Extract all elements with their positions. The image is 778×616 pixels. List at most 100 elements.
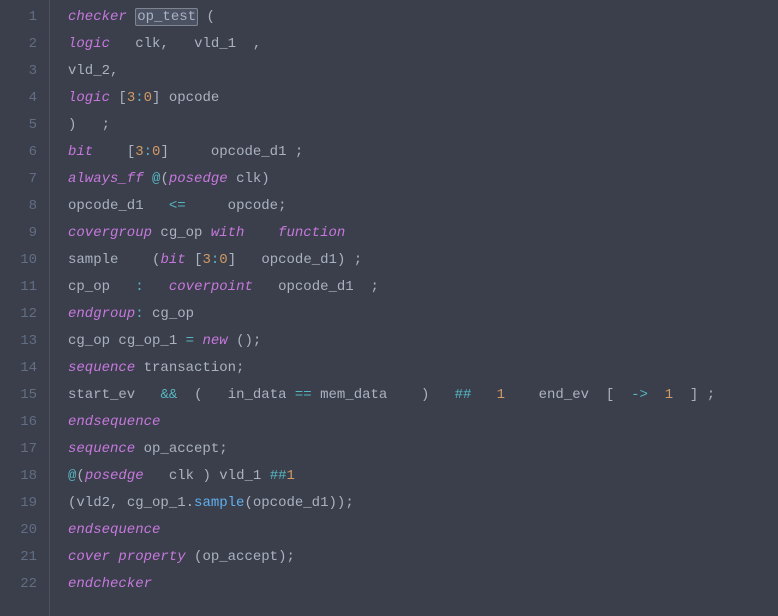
token-kw: endsequence [68,414,160,430]
token-kw: new [202,333,227,349]
token-op: = [186,333,194,349]
token-kw: covergroup [68,225,152,241]
token-id: vld2 [76,495,110,511]
line-number: 22 [0,571,37,598]
code-line[interactable]: covergroup cg_op with function [68,220,778,247]
token-id: opcode_d1 [68,198,144,214]
code-line[interactable]: cp_op : coverpoint opcode_d1 ; [68,274,778,301]
token-op: == [295,387,312,403]
token-id: opcode_d1 [253,495,329,511]
token-id: transaction [144,360,236,376]
line-number: 3 [0,58,37,85]
line-number: 9 [0,220,37,247]
token-num: 1 [497,387,505,403]
code-line[interactable]: endchecker [68,571,778,598]
token-id: opcode_d1 [261,252,337,268]
token-kw: endgroup [68,306,135,322]
code-line[interactable]: cover property (op_accept); [68,544,778,571]
line-number: 5 [0,112,37,139]
token-punc: , [110,63,118,79]
token-id: cg_op [152,306,194,322]
code-line[interactable]: (vld2, cg_op_1.sample(opcode_d1)); [68,490,778,517]
token-punc: ; [236,360,244,376]
token-id: clk [236,171,261,187]
code-line[interactable]: bit [3:0] opcode_d1 ; [68,139,778,166]
token-punc: ( [206,9,214,25]
line-number: 1 [0,4,37,31]
token-op: : [135,90,143,106]
token-num: 3 [202,252,210,268]
code-line[interactable]: always_ff @(posedge clk) [68,166,778,193]
token-punc: ; [286,549,294,565]
line-number-gutter: 12345678910111213141516171819202122 [0,0,50,616]
token-punc: ; [371,279,379,295]
token-punc: ) [329,495,337,511]
line-number: 8 [0,193,37,220]
token-kw: with [211,225,245,241]
line-number: 2 [0,31,37,58]
code-line[interactable]: vld_2, [68,58,778,85]
token-id: mem_data [320,387,387,403]
token-punc: ) [337,252,345,268]
token-kw: endchecker [68,576,152,592]
token-id: vld_2 [68,63,110,79]
code-area[interactable]: checker op_test (logic clk, vld_1 ,vld_2… [50,0,778,616]
code-line[interactable]: endsequence [68,409,778,436]
token-num: 0 [219,252,227,268]
token-id: opcode_d1 [211,144,287,160]
code-line[interactable]: endsequence [68,517,778,544]
token-id: end_ev [539,387,589,403]
token-op: ## [270,468,287,484]
token-num: 3 [127,90,135,106]
token-punc: ; [707,387,715,403]
token-punc: [ [118,90,126,106]
token-punc: ] [152,90,160,106]
token-op: : [144,144,152,160]
code-line[interactable]: logic [3:0] opcode [68,85,778,112]
code-line[interactable]: @(posedge clk ) vld_1 ##1 [68,463,778,490]
token-op: : [135,306,143,322]
token-op: && [160,387,177,403]
token-id: opcode_d1 [278,279,354,295]
code-line[interactable]: sample (bit [3:0] opcode_d1) ; [68,247,778,274]
token-type: logic [68,36,110,52]
code-line[interactable]: ) ; [68,112,778,139]
token-kw: endsequence [68,522,160,538]
token-punc: ; [345,495,353,511]
code-line[interactable]: checker op_test ( [68,4,778,31]
token-punc: ; [102,117,110,133]
token-id: cg_op [68,333,110,349]
code-line[interactable]: sequence transaction; [68,355,778,382]
code-line[interactable]: sequence op_accept; [68,436,778,463]
token-op: <= [169,198,186,214]
token-punc: ( [194,387,202,403]
token-kw: checker [68,9,127,25]
code-line[interactable]: logic clk, vld_1 , [68,31,778,58]
token-punc: , [110,495,118,511]
token-punc: ] [160,144,168,160]
token-op: -> [631,387,648,403]
token-type: bit [68,144,93,160]
code-line[interactable]: start_ev && ( in_data == mem_data ) ## 1… [68,382,778,409]
line-number: 15 [0,382,37,409]
token-kw: function [278,225,345,241]
token-punc: ( [160,171,168,187]
token-id: cg_op [160,225,202,241]
code-editor[interactable]: 12345678910111213141516171819202122 chec… [0,0,778,616]
token-fn: sample [194,495,244,511]
code-line[interactable]: cg_op cg_op_1 = new (); [68,328,778,355]
code-line[interactable]: opcode_d1 <= opcode; [68,193,778,220]
line-number: 7 [0,166,37,193]
token-punc: ) [202,468,210,484]
token-kw: cover [68,549,110,565]
line-number: 4 [0,85,37,112]
token-id: clk [169,468,194,484]
token-punc: ) [244,333,252,349]
token-id: vld_1 [219,468,261,484]
code-line[interactable]: endgroup: cg_op [68,301,778,328]
token-id: clk [135,36,160,52]
token-kw: sequence [68,441,135,457]
token-num: 0 [144,90,152,106]
token-punc: ; [295,144,303,160]
token-kw: always_ff [68,171,144,187]
